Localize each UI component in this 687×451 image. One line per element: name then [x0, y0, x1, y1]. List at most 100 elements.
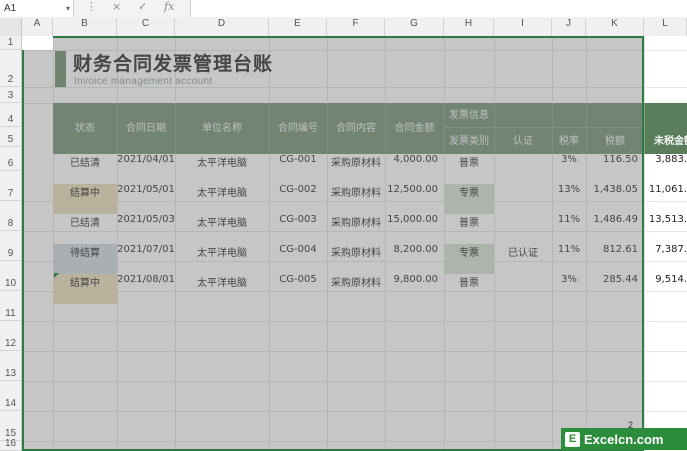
header-certification: 认证 — [513, 136, 533, 147]
cell-amount[interactable]: 4,000.00 — [385, 154, 444, 184]
column-header-b[interactable]: B — [53, 18, 117, 36]
cell-contract-no[interactable]: CG-001 — [269, 154, 327, 184]
row-header-6[interactable]: 6 — [0, 147, 21, 171]
cell-contract-no[interactable]: CG-004 — [269, 244, 327, 274]
cell-invoice-type[interactable]: 专票 — [444, 244, 494, 274]
cell-content[interactable]: 采购原材料 — [327, 184, 385, 214]
watermark-text: Excelcn.com — [584, 431, 664, 447]
table-header-divider — [444, 127, 644, 128]
cell-tax-amount[interactable]: 116.50 — [586, 154, 644, 184]
cell-contract-no[interactable]: CG-005 — [269, 274, 327, 304]
cell-tax-rate[interactable]: 11% — [552, 244, 586, 274]
cell-certification[interactable] — [494, 274, 552, 304]
cell-untaxed-amount[interactable]: 7,387. — [644, 244, 687, 274]
cell-tax-amount[interactable]: 285.44 — [586, 274, 644, 304]
name-box[interactable]: A1 — [0, 0, 74, 17]
row-header-4[interactable]: 4 — [0, 103, 21, 127]
cell-untaxed-amount[interactable]: 13,513. — [644, 214, 687, 244]
cell-status[interactable]: 已结清 — [53, 214, 117, 244]
row-header-11[interactable]: 11 — [0, 291, 21, 321]
cell-tax-rate[interactable]: 3% — [552, 154, 586, 184]
cell-contract-no[interactable]: CG-002 — [269, 184, 327, 214]
cell-status[interactable]: 待结算 — [53, 244, 117, 274]
cell-content[interactable]: 采购原材料 — [327, 244, 385, 274]
column-header-e[interactable]: E — [269, 18, 327, 36]
cell-content[interactable]: 采购原材料 — [327, 274, 385, 304]
cell-date[interactable]: 2021/08/01 — [117, 274, 175, 304]
cell-invoice-type[interactable]: 普票 — [444, 154, 494, 184]
cell-company[interactable]: 太平洋电脑 — [175, 214, 269, 244]
column-header-i[interactable]: I — [494, 18, 552, 36]
column-header-a[interactable]: A — [22, 18, 53, 36]
cell-date[interactable]: 2021/05/01 — [117, 184, 175, 214]
cell-contract-no[interactable]: CG-003 — [269, 214, 327, 244]
cell-date[interactable]: 2021/07/01 — [117, 244, 175, 274]
cell-status[interactable]: 结算中 — [53, 274, 117, 304]
cell-untaxed-amount[interactable]: 9,514. — [644, 274, 687, 304]
row-header-12[interactable]: 12 — [0, 321, 21, 351]
cell-untaxed-amount[interactable]: 3,883. — [644, 154, 687, 184]
column-header-c[interactable]: C — [117, 18, 175, 36]
comment-indicator-icon — [54, 273, 59, 278]
row-header-2[interactable]: 2 — [0, 50, 21, 87]
cell-tax-rate[interactable]: 13% — [552, 184, 586, 214]
cell-date[interactable]: 2021/04/01 — [117, 154, 175, 184]
cell-invoice-type[interactable]: 普票 — [444, 214, 494, 244]
row-header-bar: 1 2 3 4 5 6 7 8 9 10 11 12 13 14 15 16 — [0, 36, 22, 451]
cell-amount[interactable]: 8,200.00 — [385, 244, 444, 274]
row-header-14[interactable]: 14 — [0, 381, 21, 411]
row-header-10[interactable]: 10 — [0, 261, 21, 291]
cell-company[interactable]: 太平洋电脑 — [175, 184, 269, 214]
cancel-icon[interactable]: × — [112, 0, 121, 17]
select-all-corner[interactable] — [0, 18, 22, 36]
column-header-d[interactable]: D — [175, 18, 269, 36]
cell-company[interactable]: 太平洋电脑 — [175, 154, 269, 184]
cell-amount[interactable]: 15,000.00 — [385, 214, 444, 244]
cell-content[interactable]: 采购原材料 — [327, 214, 385, 244]
cell-tax-rate[interactable]: 11% — [552, 214, 586, 244]
name-box-dropdown-icon[interactable]: ▾ — [66, 0, 70, 17]
column-header-l[interactable]: L — [644, 18, 687, 36]
cell-tax-amount[interactable]: 1,486.49 — [586, 214, 644, 244]
excel-logo-icon: E — [565, 431, 580, 447]
cell-date[interactable]: 2021/05/03 — [117, 214, 175, 244]
cell-amount[interactable]: 9,800.00 — [385, 274, 444, 304]
cell-company[interactable]: 太平洋电脑 — [175, 274, 269, 304]
column-header-j[interactable]: J — [552, 18, 586, 36]
confirm-icon[interactable]: ✓ — [138, 0, 147, 17]
cell-certification[interactable] — [494, 154, 552, 184]
row-header-1[interactable]: 1 — [0, 36, 21, 50]
cell-amount[interactable]: 12,500.00 — [385, 184, 444, 214]
row-header-15[interactable]: 15 — [0, 411, 21, 441]
cell-tax-amount[interactable]: 1,438.05 — [586, 184, 644, 214]
header-contract-content: 合同内容 — [336, 123, 376, 134]
column-header-g[interactable]: G — [385, 18, 444, 36]
cell-status[interactable]: 已结清 — [53, 154, 117, 184]
cell-certification[interactable]: 已认证 — [494, 244, 552, 274]
cell-status[interactable]: 结算中 — [53, 184, 117, 214]
cell-invoice-type[interactable]: 专票 — [444, 184, 494, 214]
header-untaxed-amount: 未税金额 — [654, 136, 687, 147]
row-header-9[interactable]: 9 — [0, 231, 21, 261]
formula-input[interactable] — [190, 0, 687, 17]
cell-certification[interactable] — [494, 214, 552, 244]
cell-company[interactable]: 太平洋电脑 — [175, 244, 269, 274]
column-header-h[interactable]: H — [444, 18, 494, 36]
cell-content[interactable]: 采购原材料 — [327, 154, 385, 184]
insert-function-icon[interactable]: fx — [164, 0, 174, 17]
cell-untaxed-amount[interactable]: 11,061. — [644, 184, 687, 214]
row-header-7[interactable]: 7 — [0, 171, 21, 201]
row-header-5[interactable]: 5 — [0, 127, 21, 147]
cell-tax-amount[interactable]: 812.61 — [586, 244, 644, 274]
column-header-k[interactable]: K — [586, 18, 644, 36]
row-header-3[interactable]: 3 — [0, 87, 21, 103]
cell-invoice-type[interactable]: 普票 — [444, 274, 494, 304]
row-header-8[interactable]: 8 — [0, 201, 21, 231]
sheet-title: 财务合同发票管理台账 — [73, 53, 274, 75]
column-header-f[interactable]: F — [327, 18, 385, 36]
cell-certification[interactable] — [494, 184, 552, 214]
row-header-16[interactable]: 16 — [0, 438, 21, 451]
cell-tax-rate[interactable]: 3% — [552, 274, 586, 304]
row-header-13[interactable]: 13 — [0, 351, 21, 381]
active-cell-a1[interactable] — [22, 36, 53, 50]
